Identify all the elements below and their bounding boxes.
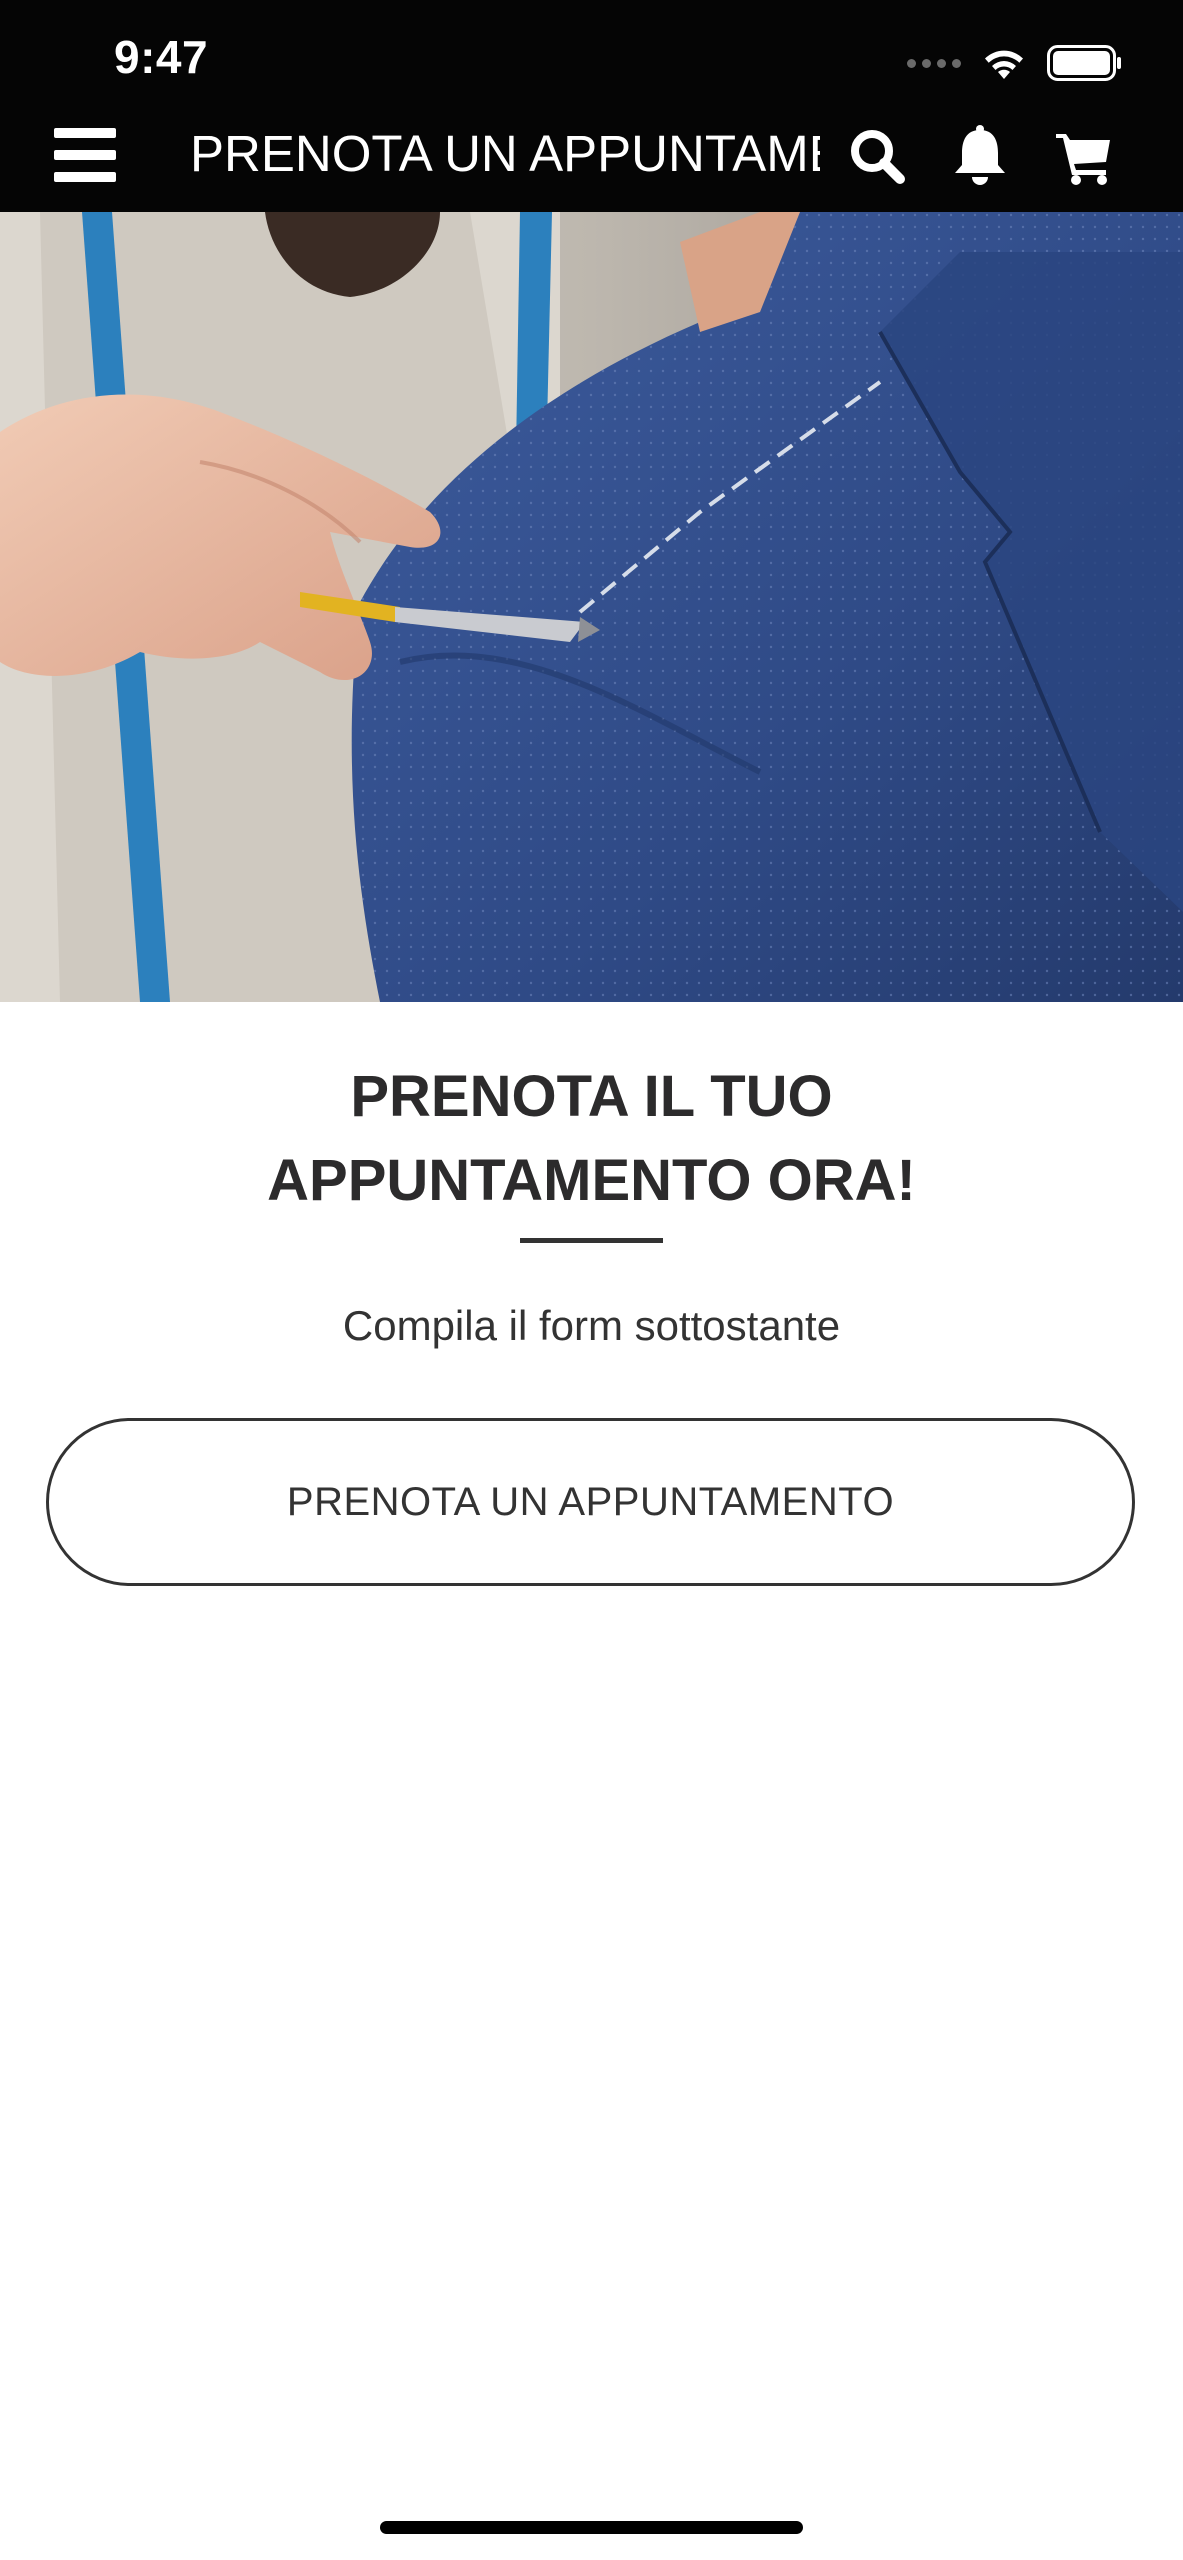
heading-line-1: PRENOTA IL TUO [350,1064,833,1129]
page-title: PRENOTA UN APPUNTAMENTO [190,125,820,182]
book-appointment-button[interactable]: PRENOTA UN APPUNTAMENTO [46,1418,1135,1586]
heading-divider [520,1238,663,1243]
book-appointment-label: PRENOTA UN APPUNTAMENTO [286,1479,895,1524]
status-icons [907,38,1123,88]
tailor-image [0,212,1183,1002]
hero-image [0,212,1183,1002]
app-header: 9:47 PRENOTA UN APPUNTAMENTO [0,0,1183,212]
form-subtitle: Compila il form sottostante [342,1302,841,1349]
wifi-icon [981,45,1027,81]
bell-icon[interactable] [948,122,1012,190]
home-indicator[interactable] [380,2521,803,2534]
heading-line-2: APPUNTAMENTO ORA! [267,1148,916,1213]
signal-icon [907,58,961,68]
menu-icon[interactable] [54,128,116,182]
search-icon[interactable] [845,122,909,190]
status-time: 9:47 [114,31,209,83]
cart-icon[interactable] [1052,122,1116,190]
battery-icon [1047,45,1123,81]
booking-heading: PRENOTA IL TUO APPUNTAMENTO ORA! [0,1055,1183,1223]
